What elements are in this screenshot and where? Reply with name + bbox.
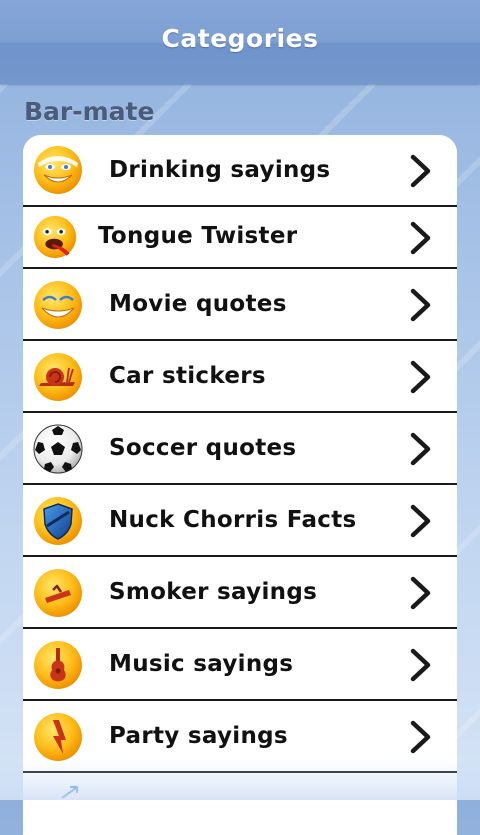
list-item-label: Party sayings [109,723,288,749]
list-item-smoker-sayings[interactable]: Smoker sayings [23,557,457,629]
chevron-right-icon [410,221,431,255]
chevron-right-icon [410,648,431,682]
grinning-smiley-icon [34,281,82,329]
chevron-right-icon [410,154,431,188]
section-header: Bar-mate [24,97,155,126]
list-item-movie-quotes[interactable]: Movie quotes [23,269,457,341]
page-title: Categories [161,24,319,53]
cigarette-icon [34,569,82,617]
chevron-right-icon [410,288,431,322]
chevron-right-icon [410,432,431,466]
list-item-label: Smoker sayings [109,579,318,605]
list-item-label: Drinking sayings [109,157,331,183]
list-item-label: Soccer quotes [109,435,297,461]
list-item-nuck-chorris-facts[interactable]: Nuck Chorris Facts [23,485,457,557]
category-list: Drinking sayings Tongue Twister Movie qu… [23,135,457,835]
guitar-icon [34,641,82,689]
list-item-label: Music sayings [109,651,294,677]
list-item-label: Nuck Chorris Facts [109,507,357,533]
chevron-right-icon [410,360,431,394]
chevron-right-icon [410,504,431,538]
list-item-drinking-sayings[interactable]: Drinking sayings [23,135,457,207]
list-item-label: Tongue Twister [98,223,298,249]
lightning-icon [34,713,82,761]
chevron-right-icon [410,576,431,610]
chevron-right-icon [410,720,431,754]
list-item-label: Movie quotes [109,291,287,317]
list-item-soccer-quotes[interactable]: Soccer quotes [23,413,457,485]
list-item-music-sayings[interactable]: Music sayings [23,629,457,701]
soccer-ball-icon [33,424,83,474]
list-item-car-stickers[interactable]: Car stickers [23,341,457,413]
title-bar: Categories [0,0,480,84]
list-item-tongue-twister[interactable]: Tongue Twister [23,207,457,269]
bottom-fade [0,760,480,800]
shield-icon [34,497,82,545]
list-item-label: Car stickers [109,363,266,389]
snail-icon [34,353,82,401]
drinking-smiley-icon [34,146,82,194]
tongue-smiley-icon [33,215,77,259]
